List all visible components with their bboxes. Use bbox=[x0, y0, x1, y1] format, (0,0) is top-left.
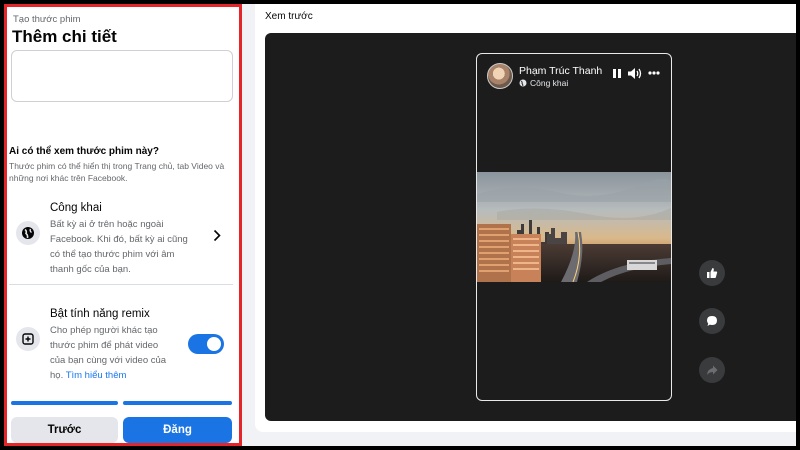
preview-label: Xem trước bbox=[265, 11, 313, 22]
author-name: Phạm Trúc Thanh bbox=[519, 65, 603, 77]
audience-option-public[interactable]: Công khai Bất kỳ ai ở trên hoặc ngoài Fa… bbox=[7, 197, 232, 277]
remix-toggle[interactable] bbox=[188, 334, 224, 354]
chevron-right-icon bbox=[213, 229, 221, 242]
previous-button[interactable]: Trước bbox=[11, 417, 118, 443]
audience-subtitle: Thước phim có thể hiển thị trong Trang c… bbox=[9, 161, 225, 183]
like-icon bbox=[707, 268, 718, 278]
divider bbox=[9, 284, 233, 285]
comment-button[interactable] bbox=[699, 308, 725, 334]
globe-icon bbox=[519, 79, 527, 87]
share-button[interactable] bbox=[699, 357, 725, 383]
avatar bbox=[487, 63, 513, 89]
description-input[interactable] bbox=[11, 50, 233, 102]
reel-preview: Phạm Trúc Thanh Công khai bbox=[476, 53, 672, 401]
page-title: Thêm chi tiết bbox=[12, 27, 117, 46]
post-button[interactable]: Đăng bbox=[123, 417, 232, 443]
pause-icon[interactable] bbox=[612, 68, 622, 79]
audience-option-description: Bất kỳ ai ở trên hoặc ngoài Facebook. Kh… bbox=[50, 219, 188, 275]
progress-step-1 bbox=[11, 401, 118, 405]
details-panel: Tạo thước phim Thêm chi tiết Ai có thể x… bbox=[4, 4, 242, 446]
audience-option-title: Công khai bbox=[50, 202, 102, 214]
volume-icon[interactable] bbox=[627, 67, 642, 80]
remix-title: Bật tính năng remix bbox=[50, 308, 150, 320]
remix-icon bbox=[16, 327, 40, 351]
toggle-knob bbox=[207, 337, 221, 351]
progress-step-2 bbox=[123, 401, 232, 405]
share-icon bbox=[707, 365, 718, 375]
breadcrumb: Tạo thước phim bbox=[13, 14, 81, 25]
audience-heading: Ai có thể xem thước phim này? bbox=[9, 146, 159, 157]
comment-icon bbox=[707, 316, 717, 326]
learn-more-link[interactable]: Tìm hiểu thêm bbox=[66, 370, 127, 381]
globe-icon bbox=[16, 221, 40, 245]
remix-option: Bật tính năng remix Cho phép người khác … bbox=[7, 303, 232, 383]
more-icon[interactable] bbox=[648, 71, 660, 75]
like-button[interactable] bbox=[699, 260, 725, 286]
privacy-text: Công khai bbox=[530, 78, 569, 88]
remix-description: Cho phép người khác tạo thước phim để ph… bbox=[50, 323, 176, 383]
privacy-label: Công khai bbox=[519, 78, 568, 88]
video-thumbnail bbox=[477, 172, 671, 282]
